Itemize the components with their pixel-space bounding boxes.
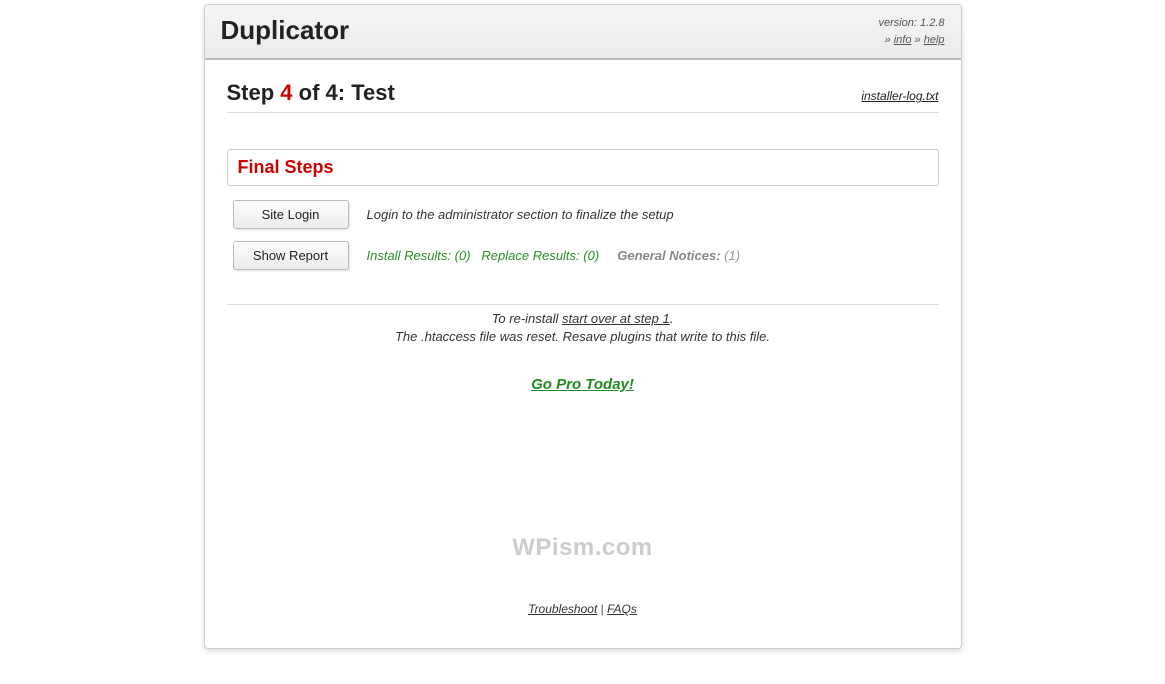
- start-over-link[interactable]: start over at step 1: [562, 311, 670, 326]
- info-link[interactable]: info: [894, 34, 912, 46]
- step-current-number: 4: [280, 80, 292, 105]
- install-results: Install Results: (0): [367, 248, 471, 263]
- gopro-section: Go Pro Today!: [227, 376, 939, 394]
- footer-links: Troubleshoot | FAQs: [227, 602, 939, 638]
- htaccess-note: The .htaccess file was reset. Resave plu…: [227, 329, 939, 344]
- installer-window: Duplicator version: 1.2.8 » info » help …: [204, 4, 962, 649]
- footer-sep: |: [597, 602, 607, 616]
- final-steps-title: Final Steps: [238, 157, 928, 178]
- troubleshoot-link[interactable]: Troubleshoot: [528, 602, 597, 616]
- reinstall-suffix: .: [670, 311, 674, 326]
- site-login-button[interactable]: Site Login: [233, 200, 349, 229]
- notes-section: To re-install start over at step 1. The …: [227, 304, 939, 344]
- step-prefix: Step: [227, 80, 281, 105]
- replace-results: Replace Results: (0): [481, 248, 599, 263]
- header-bar: Duplicator version: 1.2.8 » info » help: [205, 5, 961, 60]
- step-of: of 4:: [293, 80, 352, 105]
- faqs-link[interactable]: FAQs: [607, 602, 637, 616]
- report-stats: Install Results: (0) Replace Results: (0…: [367, 248, 741, 263]
- header-sep2: »: [911, 34, 923, 46]
- help-link[interactable]: help: [924, 34, 945, 46]
- final-steps-panel: Final Steps: [227, 149, 939, 186]
- step-title: Step 4 of 4: Test: [227, 80, 395, 106]
- go-pro-link[interactable]: Go Pro Today!: [531, 376, 634, 393]
- general-notices-label: General Notices:: [617, 248, 720, 263]
- reinstall-prefix: To re-install: [492, 311, 562, 326]
- show-report-button[interactable]: Show Report: [233, 241, 349, 270]
- step-name: Test: [351, 80, 395, 105]
- header-sep1: »: [885, 34, 894, 46]
- general-notices-count: (1): [721, 248, 741, 263]
- content-area: Step 4 of 4: Test installer-log.txt Fina…: [205, 60, 961, 648]
- watermark-text: WPism.com: [227, 534, 939, 562]
- step-header-row: Step 4 of 4: Test installer-log.txt: [227, 80, 939, 113]
- reinstall-line: To re-install start over at step 1.: [227, 311, 939, 326]
- show-report-row: Show Report Install Results: (0) Replace…: [227, 241, 939, 270]
- header-meta: version: 1.2.8 » info » help: [878, 15, 944, 48]
- site-login-row: Site Login Login to the administrator se…: [227, 200, 939, 229]
- installer-log-link[interactable]: installer-log.txt: [861, 89, 938, 103]
- app-title: Duplicator: [221, 15, 350, 46]
- version-label: version: 1.2.8: [878, 17, 944, 29]
- site-login-desc: Login to the administrator section to fi…: [367, 207, 674, 222]
